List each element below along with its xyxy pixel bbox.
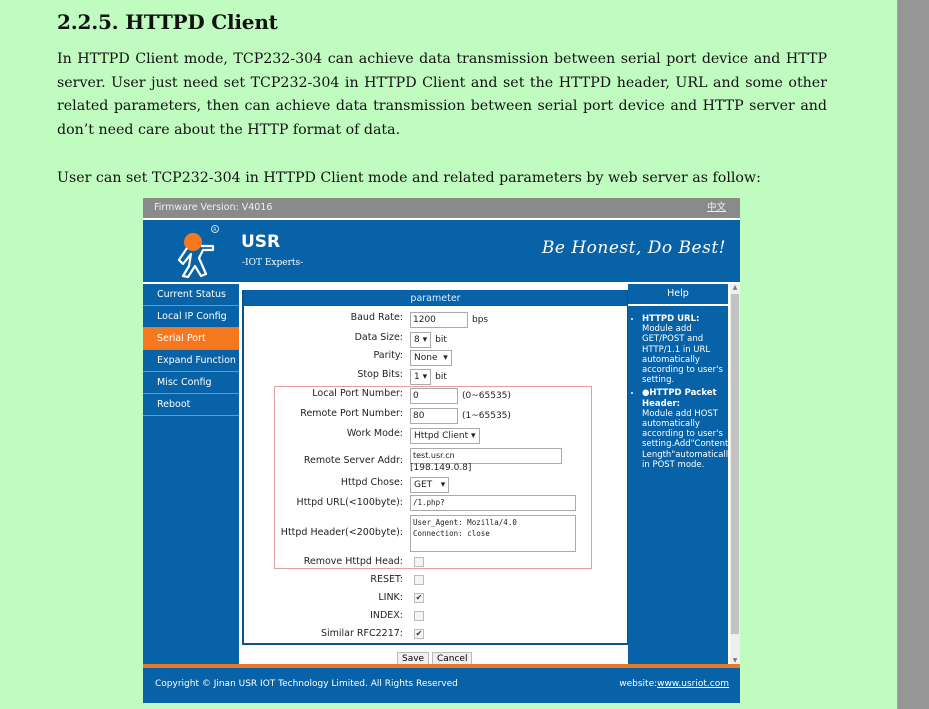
parity-select[interactable]: None ▾ xyxy=(410,350,452,366)
web-config-screenshot: Firmware Version: V4016 中文 R USR -IOT Ex… xyxy=(143,198,740,703)
sidebar-item-serial-port[interactable]: Serial Port xyxy=(143,328,239,350)
brand-name: USR xyxy=(241,232,281,252)
reset-checkbox[interactable] xyxy=(414,574,424,585)
stop-bits-value: 1 xyxy=(414,372,420,382)
website-label: website: xyxy=(619,679,658,689)
link-checkbox[interactable]: ✔ xyxy=(414,592,424,603)
help-panel: Help HTTPD URL:Module add GET/POST and H… xyxy=(628,284,733,664)
help-scrollbar[interactable]: ▲ ▼ xyxy=(730,284,740,664)
work-mode-label: Work Mode: xyxy=(346,428,403,439)
footer: Copyright © Jinan USR IOT Technology Lim… xyxy=(143,668,740,703)
panel-title: parameter xyxy=(244,290,627,306)
remote-server-resolved-ip: [198.149.0.8] xyxy=(410,463,472,473)
help-item: HTTPD URL:Module add GET/POST and HTTP/1… xyxy=(642,314,728,385)
help-item-text: Module add HOST automatically according … xyxy=(642,408,734,470)
sidebar-item-expand-function[interactable]: Expand Function xyxy=(143,350,239,372)
language-link[interactable]: 中文 xyxy=(707,198,726,218)
baud-rate-input[interactable]: 1200 xyxy=(410,312,468,328)
chevron-down-icon: ▾ xyxy=(422,335,428,345)
help-title: Help xyxy=(628,284,728,306)
svg-text:R: R xyxy=(213,227,216,233)
httpd-header-textarea[interactable]: User_Agent: Mozilla/4.0 Connection: close xyxy=(410,515,576,552)
sidebar-item-local-ip-config[interactable]: Local IP Config xyxy=(143,306,239,328)
help-item-text: Module add GET/POST and HTTP/1.1 in URL … xyxy=(642,324,723,386)
chevron-down-icon: ▾ xyxy=(422,372,428,382)
copyright-text: Copyright © Jinan USR IOT Technology Lim… xyxy=(155,679,458,689)
sidebar-item-current-status[interactable]: Current Status xyxy=(143,284,239,306)
data-size-unit: bit xyxy=(435,335,447,345)
local-port-label: Local Port Number: xyxy=(312,388,403,399)
work-mode-value: Httpd Client xyxy=(414,431,469,441)
httpd-header-line: Connection: close xyxy=(413,529,490,538)
rfc2217-label: Similar RFC2217: xyxy=(320,628,403,639)
firmware-bar: Firmware Version: V4016 中文 xyxy=(143,198,740,218)
usr-logo-icon: R xyxy=(177,225,219,278)
intro-paragraph: In HTTPD Client mode, TCP232-304 can ach… xyxy=(57,51,827,138)
sidebar-item-reboot[interactable]: Reboot xyxy=(143,394,239,416)
work-mode-select[interactable]: Httpd Client ▾ xyxy=(410,428,480,444)
data-size-select[interactable]: 8 ▾ xyxy=(410,332,432,348)
parameter-panel: parameter Baud Rate: 1200 bps Data Size: … xyxy=(242,290,629,645)
brand-tagline: -IOT Experts- xyxy=(242,258,304,268)
remote-port-input[interactable]: 80 xyxy=(410,408,458,424)
help-item-title: HTTPD URL: xyxy=(642,314,700,324)
remote-server-label: Remote Server Addr: xyxy=(303,455,403,466)
website-info: website:www.usriot.com xyxy=(619,668,729,700)
chevron-down-icon: ▾ xyxy=(443,353,448,363)
data-size-label: Data Size: xyxy=(354,332,403,343)
remove-head-label: Remove Httpd Head: xyxy=(303,556,403,567)
chevron-down-icon: ▾ xyxy=(440,480,446,490)
httpd-url-label: Httpd URL(<100byte): xyxy=(296,497,403,508)
local-port-input[interactable]: 0 xyxy=(410,388,458,404)
section-heading: 2.2.5. HTTPD Client xyxy=(57,10,278,34)
help-item-title: ●HTTPD Packet Header: xyxy=(642,388,717,409)
stop-bits-label: Stop Bits: xyxy=(357,369,403,380)
stop-bits-select[interactable]: 1 ▾ xyxy=(410,369,432,385)
sidebar-nav: Current Status Local IP Config Serial Po… xyxy=(143,284,239,664)
httpd-header-line: User_Agent: Mozilla/4.0 xyxy=(413,518,517,527)
chevron-down-icon: ▾ xyxy=(471,431,476,441)
header-banner: R USR -IOT Experts- Be Honest, Do Best! xyxy=(143,220,740,282)
instruction-paragraph: User can set TCP232-304 in HTTPD Client … xyxy=(57,170,761,186)
httpd-url-textarea[interactable]: /1.php? xyxy=(410,495,576,511)
scroll-up-icon[interactable]: ▲ xyxy=(730,284,740,291)
sidebar-item-misc-config[interactable]: Misc Config xyxy=(143,372,239,394)
slogan: Be Honest, Do Best! xyxy=(541,238,726,258)
parity-label: Parity: xyxy=(373,350,403,361)
data-size-value: 8 xyxy=(414,335,420,345)
baud-rate-label: Baud Rate: xyxy=(350,312,403,323)
httpd-chose-select[interactable]: GET ▾ xyxy=(410,477,450,493)
parity-value: None xyxy=(414,353,438,363)
scrollbar-thumb[interactable] xyxy=(731,294,739,634)
index-checkbox[interactable] xyxy=(414,610,424,621)
scroll-down-icon[interactable]: ▼ xyxy=(730,657,740,664)
website-link[interactable]: www.usriot.com xyxy=(657,679,729,689)
httpd-header-label: Httpd Header(<200byte): xyxy=(280,527,403,538)
stop-bits-unit: bit xyxy=(435,372,447,382)
remote-server-input[interactable]: test.usr.cn xyxy=(410,448,562,464)
baud-rate-unit: bps xyxy=(472,315,489,325)
remove-head-checkbox[interactable] xyxy=(414,556,424,567)
remote-port-hint: (1~65535) xyxy=(462,411,511,421)
side-gutter xyxy=(897,0,929,709)
remote-port-label: Remote Port Number: xyxy=(300,408,403,419)
help-item: ●HTTPD Packet Header:Module add HOST aut… xyxy=(642,388,733,470)
index-label: INDEX: xyxy=(370,610,403,621)
httpd-chose-label: Httpd Chose: xyxy=(340,477,403,488)
local-port-hint: (0~65535) xyxy=(462,391,511,401)
firmware-version: Firmware Version: V4016 xyxy=(154,202,273,213)
httpd-chose-value: GET xyxy=(414,480,433,490)
link-label: LINK: xyxy=(378,592,403,603)
reset-label: RESET: xyxy=(370,574,403,585)
rfc2217-checkbox[interactable]: ✔ xyxy=(414,628,424,639)
